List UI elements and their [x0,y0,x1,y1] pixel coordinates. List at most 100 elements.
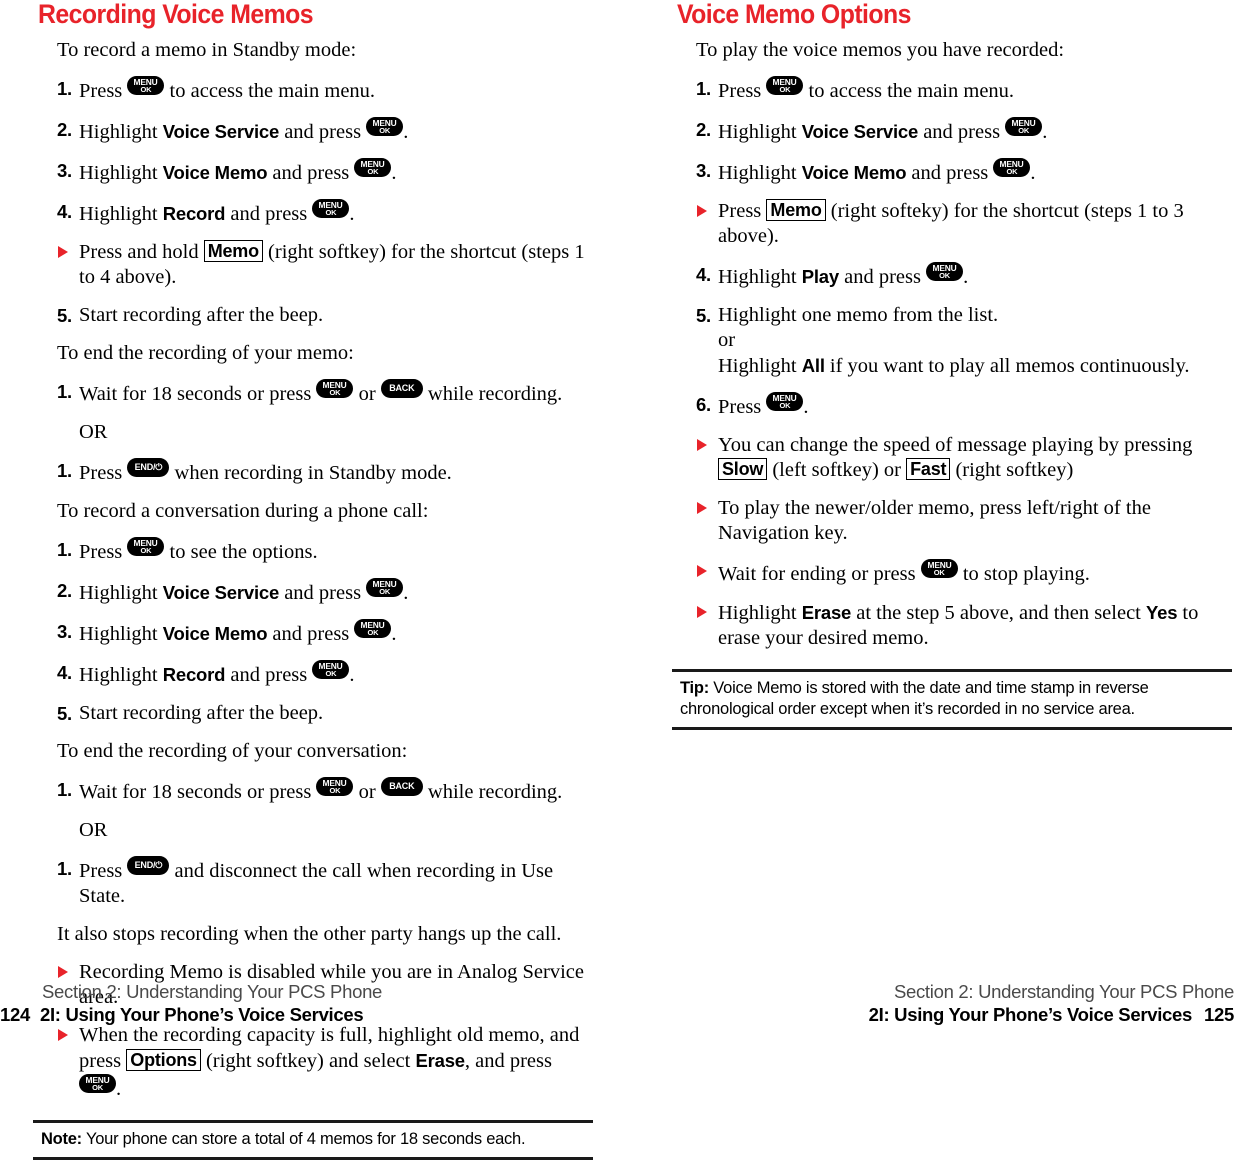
page-number: 125 [1204,1004,1234,1025]
menu-ok-key-icon: MENU OK [1005,117,1043,136]
menu-ok-key-icon: MENU OK [79,1074,116,1093]
back-key-icon: BACK [380,777,423,796]
or-separator: OR [57,818,593,843]
step-text-cont: to access the main menu. [808,80,1015,102]
softkey-label-memo: Memo [766,199,826,221]
back-key-icon: BACK [380,379,423,398]
numbered-step: 1. Press MENU OK to access the main menu. [57,76,593,104]
step-number: 1. [57,78,72,99]
numbered-step: 1. Press END/⏻ and disconnect the call w… [57,856,593,909]
right-column: Voice Memo Options To play the voice mem… [672,0,1232,730]
softkey-label-memo: Memo [203,240,263,262]
bullet-step: To play the newer/older memo, press left… [696,496,1232,546]
step-text: Press [718,200,762,222]
softkey-label-fast: Fast [906,458,951,480]
numbered-step: 2. Highlight Voice Service and press MEN… [57,578,593,606]
page-number: 124 [0,1004,30,1025]
step-text-cont: when recording in Standby mode. [174,462,452,484]
step-line-1: Highlight one memo from the list. [718,304,999,326]
triangle-bullet-icon [697,205,707,217]
step-period: . [349,203,355,225]
bullet-step: Press and hold Memo (right softkey) for … [57,240,593,290]
triangle-bullet-icon [697,502,707,514]
numbered-step: 3. Highlight Voice Memo and press MENU OK… [696,158,1232,186]
menu-ok-key-icon: MENU OK [926,262,964,281]
triangle-bullet-icon [58,966,68,978]
step-text-cont: (left softkey) or [772,459,901,481]
page-title-left: Recording Voice Memos [38,0,314,29]
menu-ok-key-icon: MENU OK [766,76,804,95]
end-power-key-icon: END/⏻ [127,856,170,875]
step-text-cont2: , and press [464,1050,552,1072]
triangle-bullet-icon [58,1029,68,1041]
step-text-cont: and press [230,664,308,686]
numbered-step: 1. Press MENU OK to access the main menu. [696,76,1232,104]
intro-text: It also stops recording when the other p… [57,923,562,945]
menu-ok-key-icon: MENU OK [127,537,165,556]
menu-ok-key-icon: MENU OK [920,559,958,578]
step-text-cont: and press [911,162,989,184]
step-text-cont: to access the main menu. [169,80,376,102]
step-number: 5. [57,703,72,724]
step-period: . [349,664,355,686]
footer-right: Section 2: Understanding Your PCS Phone … [868,980,1235,1027]
bullet-step: Press Memo (right softeky) for the short… [696,199,1232,249]
step-text: Press [79,80,123,102]
page-title-right: Voice Memo Options [677,0,911,29]
numbered-step: 1. Press END/⏻ when recording in Standby… [57,458,593,486]
menu-item-name: Voice Service [801,121,919,142]
menu-ok-key-icon: MENU OK [316,777,354,796]
step-text-cont: and press [230,203,308,225]
end-power-key-icon: END/⏻ [127,458,170,477]
footer-section-label: Section 2: Understanding Your PCS Phone [42,981,383,1002]
step-text: Highlight [718,162,797,184]
step-period: . [403,121,409,143]
step-period: . [391,623,397,645]
step-text-cont: and press [284,582,362,604]
step-text-cont: or [358,383,376,405]
step-text-cont: and press [923,121,1001,143]
menu-item-name: Erase [415,1050,465,1071]
step-period: . [1042,121,1048,143]
menu-item-name: Erase [801,602,852,623]
menu-ok-key-icon: MENU OK [366,578,404,597]
step-text: Wait for 18 seconds or press [79,781,312,803]
step-period: . [116,1078,122,1100]
numbered-step: 2. Highlight Voice Service and press MEN… [57,117,593,145]
step-text: Highlight [718,266,797,288]
step-text: Start recording after the beep. [79,702,324,724]
footer-chapter-label: 2I: Using Your Phone’s Voice Services [868,1004,1193,1025]
step-line-3-post: if you want to play all memos continuous… [829,355,1190,377]
numbered-step: 1. Wait for 18 seconds or press MENU OK o… [57,379,593,407]
step-text: To play the newer/older memo, press left… [718,497,1151,544]
step-number: 2. [57,119,72,140]
right-column-body: To play the voice memos you have recorde… [696,38,1232,651]
menu-ok-key-icon: MENU OK [354,158,392,177]
step-text: Highlight [79,203,158,225]
step-number: 1. [57,858,72,879]
intro-text: To record a memo in Standby mode: [57,39,357,61]
step-number: 5. [57,305,72,326]
step-text: Highlight [79,121,158,143]
step-number: 5. [696,305,711,326]
bullet-step: You can change the speed of message play… [696,433,1232,483]
intro-text: To end the recording of your conversatio… [57,740,408,762]
bullet-step: Highlight Erase at the step 5 above, and… [696,600,1232,651]
menu-item-name: All [801,355,825,376]
step-period: . [403,582,409,604]
menu-item-name: Voice Service [162,121,280,142]
step-number: 3. [57,160,72,181]
left-column-body: To record a memo in Standby mode: 1. Pre… [57,38,593,1102]
step-period: . [391,162,397,184]
numbered-step: 3. Highlight Voice Memo and press MENU OK… [57,158,593,186]
menu-item-name: Voice Memo [162,623,268,644]
softkey-label-slow: Slow [718,458,768,480]
step-text-cont: and press [272,162,350,184]
numbered-step: 1. Wait for 18 seconds or press MENU OK o… [57,777,593,805]
numbered-step: 5. Start recording after the beep. [57,701,593,726]
or-label: OR [79,421,108,443]
step-line-3-pre: Highlight [718,355,797,377]
bullet-step: When the recording capacity is full, hig… [57,1023,593,1102]
numbered-step: 5. Start recording after the beep. [57,303,593,328]
menu-item-name: Record [162,203,226,224]
